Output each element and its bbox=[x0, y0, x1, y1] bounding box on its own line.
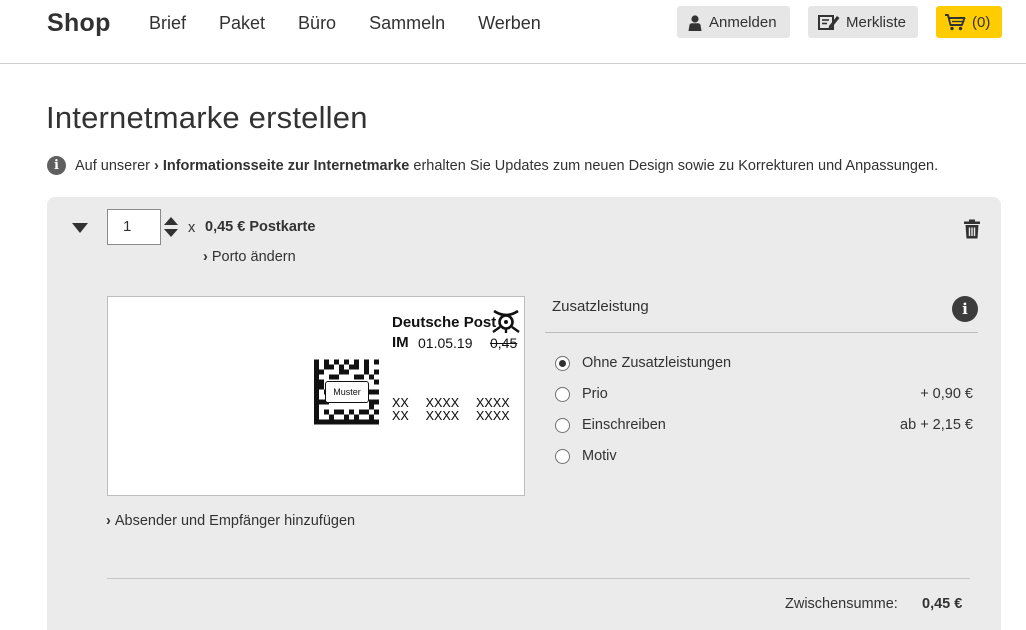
radio-button-checked[interactable] bbox=[555, 355, 570, 371]
stamp-date: 01.05.19 bbox=[418, 335, 473, 351]
edit-list-icon bbox=[818, 15, 840, 30]
merkliste-label: Merkliste bbox=[846, 13, 907, 31]
login-button[interactable]: Anmelden bbox=[677, 6, 790, 38]
muster-label: Muster bbox=[325, 381, 369, 403]
zusatzleistung-heading: Zusatzleistung bbox=[552, 298, 649, 315]
radio-button[interactable] bbox=[555, 386, 570, 402]
product-name: 0,45 € Postkarte bbox=[205, 219, 316, 235]
chevron-right-icon: › bbox=[106, 513, 111, 529]
times-sign: x bbox=[188, 220, 196, 236]
option-price: ab + 2,15 € bbox=[900, 417, 973, 433]
site-header: Shop Brief Paket Büro Sammeln Werben Anm… bbox=[0, 0, 1026, 64]
option-label: Ohne Zusatzleistungen bbox=[582, 355, 732, 371]
nav-item-buero[interactable]: Büro bbox=[298, 12, 336, 34]
deutsche-post-wordmark: Deutsche Post bbox=[392, 314, 497, 331]
stamp-config-panel: 1 x 0,45 € Postkarte › Porto ändern Deuts… bbox=[47, 197, 1001, 630]
login-label: Anmelden bbox=[709, 13, 777, 31]
nav-item-sammeln[interactable]: Sammeln bbox=[369, 12, 445, 34]
main-nav: Brief Paket Büro Sammeln Werben bbox=[149, 12, 574, 34]
collapse-caret-icon[interactable] bbox=[71, 222, 89, 234]
user-icon bbox=[688, 14, 702, 31]
info-page-link[interactable]: Informationsseite zur Internetmarke bbox=[163, 158, 410, 174]
radio-button[interactable] bbox=[555, 448, 570, 464]
option-motiv[interactable]: Motiv bbox=[555, 445, 973, 467]
im-label: IM bbox=[392, 334, 409, 351]
trash-icon[interactable] bbox=[962, 219, 982, 239]
stamp-preview: Deutsche Post IM 01.05.19 0,45 Muster XX… bbox=[107, 296, 525, 496]
cart-button[interactable]: (0) bbox=[936, 6, 1002, 38]
stamp-price: 0,45 bbox=[490, 335, 518, 351]
option-label: Prio bbox=[582, 386, 608, 402]
add-sender-recipient-link[interactable]: › Absender und Empfänger hinzufügen bbox=[106, 513, 355, 529]
info-icon: i bbox=[47, 156, 66, 175]
cart-icon bbox=[945, 14, 966, 31]
subtotal-label: Zwischensumme: bbox=[785, 596, 898, 612]
merkliste-button[interactable]: Merkliste bbox=[808, 6, 918, 38]
chevron-right-icon: › bbox=[153, 157, 159, 174]
change-postage-link[interactable]: › Porto ändern bbox=[203, 249, 296, 265]
option-ohne-zusatzleistungen[interactable]: Ohne Zusatzleistungen bbox=[555, 352, 973, 374]
info-notice: i Auf unserer › Informationsseite zur In… bbox=[47, 156, 938, 175]
divider bbox=[545, 332, 978, 333]
chevron-right-icon: › bbox=[203, 249, 208, 265]
add-sender-recipient-label: Absender und Empfänger hinzufügen bbox=[114, 513, 356, 529]
info-prefix: Auf unserer bbox=[75, 157, 150, 174]
option-label: Motiv bbox=[582, 448, 617, 464]
nav-item-paket[interactable]: Paket bbox=[219, 12, 265, 34]
change-postage-label: Porto ändern bbox=[211, 249, 296, 265]
quantity-stepper-icon[interactable] bbox=[163, 216, 179, 238]
option-einschreiben[interactable]: Einschreiben ab + 2,15 € bbox=[555, 414, 973, 436]
option-price: + 0,90 € bbox=[920, 386, 973, 402]
option-prio[interactable]: Prio + 0,90 € bbox=[555, 383, 973, 405]
nav-item-werben[interactable]: Werben bbox=[478, 12, 541, 34]
divider bbox=[107, 578, 970, 579]
option-label: Einschreiben bbox=[582, 417, 666, 433]
shop-logo[interactable]: Shop bbox=[47, 9, 111, 38]
info-suffix: erhalten Sie Updates zum neuen Design so… bbox=[413, 157, 939, 174]
stamp-codes: XX XXXX XXXX XX XXXX XXXX bbox=[392, 397, 510, 425]
radio-button[interactable] bbox=[555, 417, 570, 433]
page-title: Internetmarke erstellen bbox=[46, 100, 368, 135]
cart-count: (0) bbox=[972, 13, 991, 31]
zusatzleistung-info-icon[interactable]: i bbox=[952, 296, 978, 322]
stamp-code-line: XX XXXX XXXX bbox=[392, 409, 510, 425]
subtotal-value: 0,45 € bbox=[922, 596, 963, 612]
nav-item-brief[interactable]: Brief bbox=[149, 12, 186, 34]
post-horn-icon bbox=[492, 309, 520, 333]
quantity-input[interactable]: 1 bbox=[107, 209, 161, 245]
